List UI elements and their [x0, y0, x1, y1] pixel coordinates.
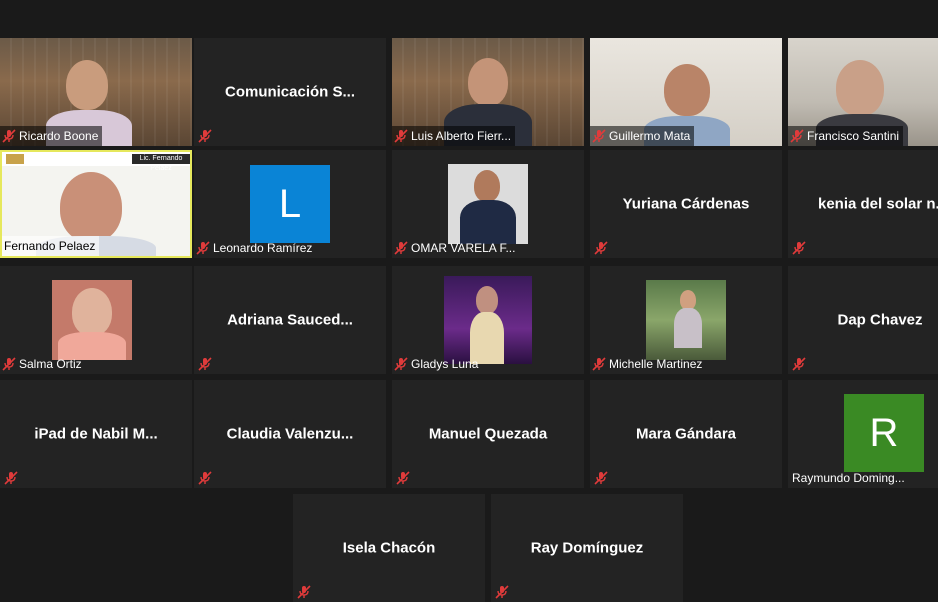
avatar: R — [844, 394, 924, 472]
participant-tile[interactable]: OMAR VARELA F... — [392, 150, 584, 258]
slide-header-bar: Lic. Fernando Pelaez — [2, 152, 190, 172]
participant-name-label: Francisco Santini — [788, 126, 904, 146]
participant-name: Salma Ortiz — [19, 357, 82, 371]
participant-name-center: Ray Domínguez — [530, 539, 644, 557]
video-grid: Ricardo Boone Comunicación S... Luis Alb… — [0, 0, 938, 602]
participant-tile[interactable]: Francisco Santini — [788, 38, 938, 146]
participant-name-label: Fernando Pelaez — [2, 236, 100, 256]
participant-tile[interactable]: L Leonardo Ramírez — [194, 150, 386, 258]
participant-tile[interactable]: Luis Alberto Fierr... — [392, 38, 584, 146]
participant-name-label: OMAR VARELA F... — [392, 238, 519, 258]
video-person — [474, 170, 500, 202]
participant-name-label: Guillermo Mata — [590, 126, 695, 146]
video-person — [476, 286, 498, 314]
participant-tile[interactable]: Guillermo Mata — [590, 38, 782, 146]
video-person — [680, 290, 696, 310]
participant-tile[interactable]: Manuel Quezada — [392, 380, 584, 488]
participant-tile[interactable]: Michelle Martinez — [590, 266, 782, 374]
participant-tile[interactable]: Adriana Sauced... — [194, 266, 386, 374]
profile-picture — [52, 280, 132, 360]
participant-tile[interactable]: Ricardo Boone — [0, 38, 192, 146]
participant-name-center: Yuriana Cárdenas — [622, 195, 750, 213]
mic-muted-icon — [394, 357, 408, 371]
participant-tile[interactable]: Gladys Luna — [392, 266, 584, 374]
participant-name: Ricardo Boone — [19, 129, 99, 143]
participant-name-label: Salma Ortiz — [0, 354, 86, 374]
participant-name: Leonardo Ramírez — [213, 241, 313, 255]
video-person — [836, 60, 884, 116]
participant-name-center: Manuel Quezada — [428, 425, 548, 443]
participant-name: Raymundo Doming... — [792, 471, 905, 485]
participant-tile[interactable]: Yuriana Cárdenas — [590, 150, 782, 258]
participant-tile[interactable]: Isela Chacón — [293, 494, 485, 602]
participant-name-label: Ricardo Boone — [0, 126, 103, 146]
mic-muted-icon — [792, 241, 806, 255]
video-person — [468, 58, 508, 106]
mic-muted-icon — [592, 357, 606, 371]
participant-name: Francisco Santini — [807, 129, 900, 143]
mic-muted-icon — [198, 357, 212, 371]
avatar: L — [250, 165, 330, 243]
mic-muted-icon — [2, 129, 16, 143]
participant-tile[interactable]: iPad de Nabil M... — [0, 380, 192, 488]
participant-name-center: Dap Chavez — [837, 311, 923, 329]
participant-tile[interactable]: Ray Domínguez — [491, 494, 683, 602]
mic-muted-icon — [196, 241, 210, 255]
participant-name-label: Luis Alberto Fierr... — [392, 126, 516, 146]
video-person — [60, 172, 122, 242]
participant-name-center: Adriana Sauced... — [227, 311, 353, 329]
participant-name: Fernando Pelaez — [4, 239, 96, 253]
participant-name-center: Mara Gándara — [635, 425, 737, 443]
participant-name: Guillermo Mata — [609, 129, 691, 143]
slide-logo — [6, 154, 24, 164]
profile-picture — [646, 280, 726, 360]
participant-tile[interactable]: Dap Chavez — [788, 266, 938, 374]
participant-name-center: iPad de Nabil M... — [34, 425, 158, 443]
participant-name-label: Raymundo Doming... — [788, 468, 909, 488]
mic-muted-icon — [198, 471, 212, 485]
video-person — [664, 64, 710, 116]
participant-tile[interactable]: Salma Ortiz — [0, 266, 192, 374]
mic-muted-icon — [198, 129, 212, 143]
participant-name-center: kenia del solar n... — [818, 195, 938, 213]
profile-picture — [448, 164, 528, 244]
mic-muted-icon — [594, 241, 608, 255]
mic-muted-icon — [594, 471, 608, 485]
participant-tile-active-speaker[interactable]: Lic. Fernando Pelaez Fernando Pelaez — [0, 150, 192, 258]
mic-muted-icon — [790, 129, 804, 143]
participant-tile[interactable]: R Raymundo Doming... — [788, 380, 938, 488]
mic-muted-icon — [495, 585, 509, 599]
profile-picture — [444, 276, 532, 364]
participant-tile[interactable]: Claudia Valenzu... — [194, 380, 386, 488]
participant-name-label: Gladys Luna — [392, 354, 482, 374]
participant-tile[interactable]: kenia del solar n... — [788, 150, 938, 258]
mic-muted-icon — [2, 357, 16, 371]
participant-name: Gladys Luna — [411, 357, 479, 371]
mic-muted-icon — [396, 471, 410, 485]
video-person-body — [674, 308, 702, 348]
participant-name: OMAR VARELA F... — [411, 241, 516, 255]
mic-muted-icon — [592, 129, 606, 143]
mic-muted-icon — [792, 357, 806, 371]
mic-muted-icon — [297, 585, 311, 599]
participant-name-center: Comunicación S... — [224, 83, 356, 101]
participant-name: Michelle Martinez — [609, 357, 703, 371]
participant-name-center: Claudia Valenzu... — [226, 425, 354, 443]
participant-name: Luis Alberto Fierr... — [411, 129, 512, 143]
slide-header-text: Lic. Fernando Pelaez — [132, 154, 190, 172]
video-person — [66, 60, 108, 110]
video-person — [72, 288, 112, 336]
mic-muted-icon — [394, 129, 408, 143]
participant-tile[interactable]: Comunicación S... — [194, 38, 386, 146]
participant-name-label: Leonardo Ramírez — [194, 238, 316, 258]
participant-name-center: Isela Chacón — [342, 539, 436, 557]
participant-name-label: Michelle Martinez — [590, 354, 706, 374]
mic-muted-icon — [394, 241, 408, 255]
mic-muted-icon — [4, 471, 18, 485]
participant-tile[interactable]: Mara Gándara — [590, 380, 782, 488]
